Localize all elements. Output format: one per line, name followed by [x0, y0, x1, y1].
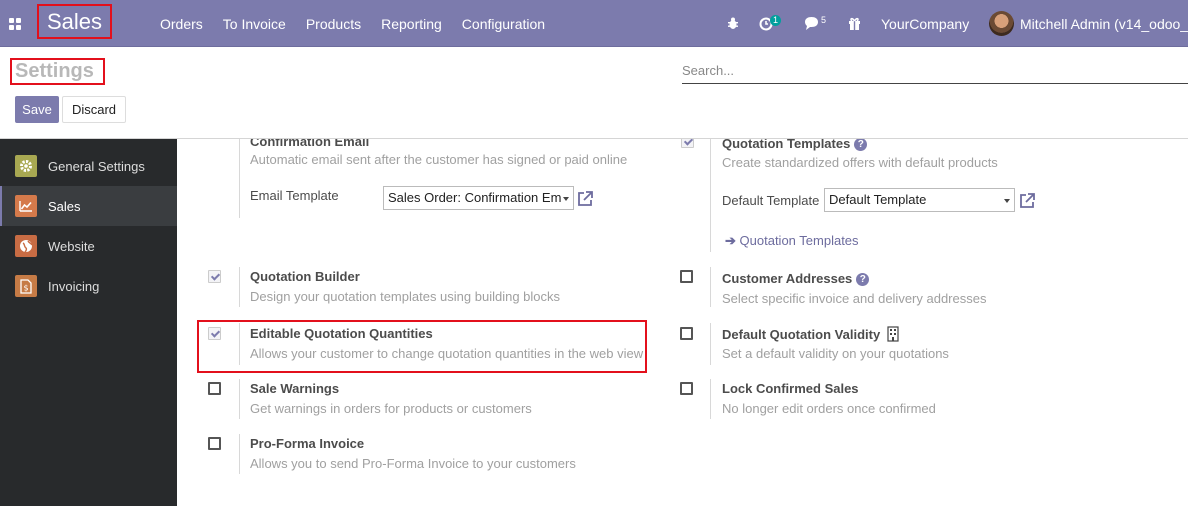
sale-warnings-checkbox[interactable]: [208, 382, 221, 395]
confirmation-email-desc: Automatic email sent after the customer …: [250, 152, 628, 167]
setting-divider: [710, 323, 711, 365]
proforma-title: Pro-Forma Invoice: [250, 436, 365, 451]
search-input[interactable]: Search...: [682, 62, 1188, 84]
discard-button[interactable]: Discard: [62, 96, 126, 123]
sidebar-item-website[interactable]: Website: [0, 226, 177, 266]
sidebar-item-label: Sales: [48, 198, 81, 214]
quotation-templates-checkbox[interactable]: [681, 139, 694, 148]
arrow-right-icon: ➔: [725, 233, 736, 248]
setting-divider: [710, 267, 711, 307]
menu-configuration[interactable]: Configuration: [452, 0, 555, 47]
top-navbar: Sales Orders To Invoice Products Reporti…: [0, 0, 1188, 47]
sidebar-item-general-settings[interactable]: General Settings: [0, 146, 177, 186]
lock-confirmed-desc: No longer edit orders once confirmed: [722, 401, 936, 416]
sidebar-item-label: Invoicing: [48, 278, 100, 294]
company-switcher[interactable]: YourCompany: [881, 0, 969, 47]
setting-divider: [239, 323, 240, 365]
editable-quantities-desc: Allows your customer to change quotation…: [250, 346, 644, 361]
sidebar-item-label: Website: [48, 238, 95, 254]
default-template-select[interactable]: Default Template: [824, 188, 1015, 212]
menu-to-invoice[interactable]: To Invoice: [213, 0, 296, 47]
settings-content: Confirmation Email Automatic email sent …: [177, 139, 1188, 506]
building-icon: [887, 326, 899, 342]
help-icon[interactable]: ?: [854, 139, 868, 151]
setting-divider: [710, 139, 711, 252]
messages-count-badge: 5: [821, 15, 827, 25]
sale-warnings-desc: Get warnings in orders for products or c…: [250, 401, 532, 416]
globe-icon: [15, 235, 37, 257]
quotation-builder-checkbox[interactable]: [208, 270, 221, 283]
help-icon[interactable]: ?: [856, 273, 870, 286]
editable-quantities-title: Editable Quotation Quantities: [250, 326, 433, 341]
setting-divider: [239, 139, 240, 218]
editable-quantities-checkbox[interactable]: [208, 327, 221, 340]
save-button[interactable]: Save: [15, 96, 59, 123]
setting-divider: [239, 379, 240, 419]
gift-icon[interactable]: [848, 17, 861, 30]
proforma-checkbox[interactable]: [208, 437, 221, 450]
email-template-select[interactable]: Sales Order: Confirmation Em: [383, 186, 574, 210]
sale-warnings-title: Sale Warnings: [250, 381, 340, 396]
page-title: Settings: [10, 58, 105, 85]
customer-addresses-title: Customer Addresses?: [722, 271, 870, 286]
settings-sidebar: General Settings Sales Website $ Invoici…: [0, 139, 177, 506]
chart-icon: [15, 195, 37, 217]
quotation-templates-link[interactable]: ➔ Quotation Templates: [725, 233, 859, 249]
sidebar-item-sales[interactable]: Sales: [0, 186, 177, 226]
menu-products[interactable]: Products: [296, 0, 371, 47]
lock-confirmed-title: Lock Confirmed Sales: [722, 381, 859, 396]
user-avatar[interactable]: [989, 11, 1014, 36]
control-panel: Settings Search... Save Discard: [0, 47, 1188, 139]
customer-addresses-title-text: Customer Addresses: [722, 271, 853, 286]
menu-reporting[interactable]: Reporting: [371, 0, 452, 47]
email-template-label: Email Template: [250, 188, 339, 203]
debug-bug-icon[interactable]: [727, 17, 739, 30]
quotation-templates-title-text: Quotation Templates: [722, 139, 851, 151]
gear-icon: [15, 155, 37, 177]
sidebar-item-label: General Settings: [48, 158, 145, 174]
default-validity-desc: Set a default validity on your quotation…: [722, 346, 949, 361]
quotation-templates-title: Quotation Templates?: [722, 139, 868, 151]
default-template-value: Default Template: [829, 192, 927, 207]
proforma-desc: Allows you to send Pro-Forma Invoice to …: [250, 456, 576, 471]
default-validity-title: Default Quotation Validity: [722, 326, 899, 342]
customer-addresses-checkbox[interactable]: [680, 270, 693, 283]
setting-divider: [239, 434, 240, 474]
invoice-icon: $: [15, 275, 37, 297]
apps-menu-icon[interactable]: [9, 18, 21, 30]
setting-divider: [239, 267, 240, 307]
main-menu: Orders To Invoice Products Reporting Con…: [150, 0, 555, 47]
email-template-value: Sales Order: Confirmation Em: [388, 190, 562, 205]
quotation-builder-desc: Design your quotation templates using bu…: [250, 289, 561, 304]
menu-orders[interactable]: Orders: [150, 0, 213, 47]
lock-confirmed-checkbox[interactable]: [680, 382, 693, 395]
user-menu[interactable]: Mitchell Admin (v14_odoo_ec: [1020, 0, 1188, 47]
setting-divider: [710, 379, 711, 419]
quotation-builder-title: Quotation Builder: [250, 269, 360, 284]
confirmation-email-title: Confirmation Email: [250, 139, 370, 149]
default-validity-title-text: Default Quotation Validity: [722, 327, 881, 342]
quotation-templates-link-text: Quotation Templates: [739, 233, 859, 248]
app-brand[interactable]: Sales: [37, 4, 112, 39]
svg-text:$: $: [23, 283, 28, 292]
quotation-templates-desc: Create standardized offers with default …: [722, 155, 998, 170]
sidebar-item-invoicing[interactable]: $ Invoicing: [0, 266, 177, 306]
external-link-icon[interactable]: [1018, 192, 1036, 210]
customer-addresses-desc: Select specific invoice and delivery add…: [722, 291, 987, 306]
external-link-icon[interactable]: [576, 190, 594, 208]
default-template-label: Default Template: [722, 193, 820, 208]
default-validity-checkbox[interactable]: [680, 327, 693, 340]
activity-count-badge: 1: [770, 15, 782, 26]
